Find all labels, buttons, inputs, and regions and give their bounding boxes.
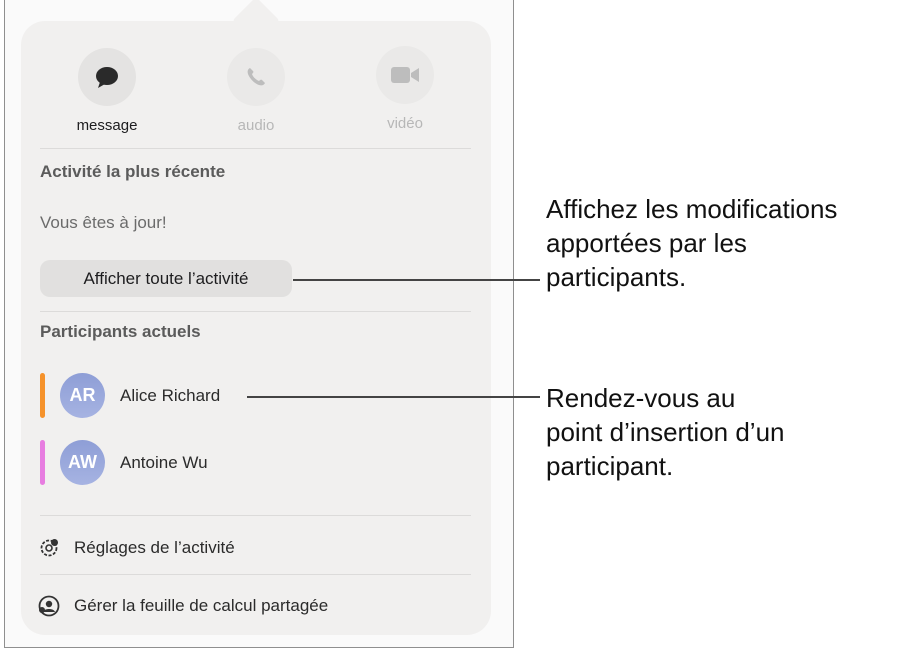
- video-label: vidéo: [387, 115, 423, 132]
- callout-line: Rendez-vous au: [546, 383, 736, 413]
- divider: [40, 311, 471, 312]
- callout-line: point d’insertion d’un: [546, 417, 785, 447]
- callout-line: apportées par les: [546, 228, 747, 258]
- message-label: message: [76, 117, 138, 134]
- callout-participant: Rendez-vous au point d’insertion d’un pa…: [546, 381, 785, 483]
- phone-icon: [247, 68, 265, 86]
- callout-leader-line: [293, 279, 540, 281]
- activity-settings-label: Réglages de l’activité: [74, 538, 235, 557]
- activity-settings-item[interactable]: Réglages de l’activité: [38, 534, 235, 562]
- participant-color-bar: [40, 373, 45, 418]
- participant-name: Alice Richard: [120, 386, 221, 405]
- divider: [40, 148, 471, 149]
- message-bubble-icon: [96, 67, 118, 88]
- manage-shared-spreadsheet-label: Gérer la feuille de calcul partagée: [74, 596, 329, 615]
- callout-line: participants.: [546, 262, 687, 292]
- divider: [40, 574, 471, 575]
- callout-line: participant.: [546, 451, 674, 481]
- activity-status: Vous êtes à jour!: [40, 213, 167, 232]
- callout-activity: Affichez les modifications apportées par…: [546, 192, 837, 294]
- avatar: AR: [60, 373, 105, 418]
- callout-line: Affichez les modifications: [546, 194, 838, 224]
- avatar: AW: [60, 440, 105, 485]
- people-icon: [38, 595, 60, 617]
- message-button[interactable]: [78, 48, 136, 106]
- audio-button[interactable]: [227, 48, 285, 106]
- current-participants-title: Participants actuels: [40, 322, 201, 341]
- divider: [40, 515, 471, 516]
- show-all-activity-button[interactable]: Afficher toute l’activité: [40, 260, 292, 297]
- participant-color-bar: [40, 440, 45, 485]
- video-button[interactable]: [376, 46, 434, 104]
- manage-shared-spreadsheet-item[interactable]: Gérer la feuille de calcul partagée: [38, 592, 328, 620]
- audio-label: audio: [237, 117, 275, 134]
- recent-activity-title: Activité la plus récente: [40, 162, 226, 181]
- gear-clock-icon: [40, 539, 58, 557]
- video-camera-icon: [391, 67, 419, 83]
- callout-leader-line: [247, 396, 540, 398]
- participant-name: Antoine Wu: [120, 453, 208, 472]
